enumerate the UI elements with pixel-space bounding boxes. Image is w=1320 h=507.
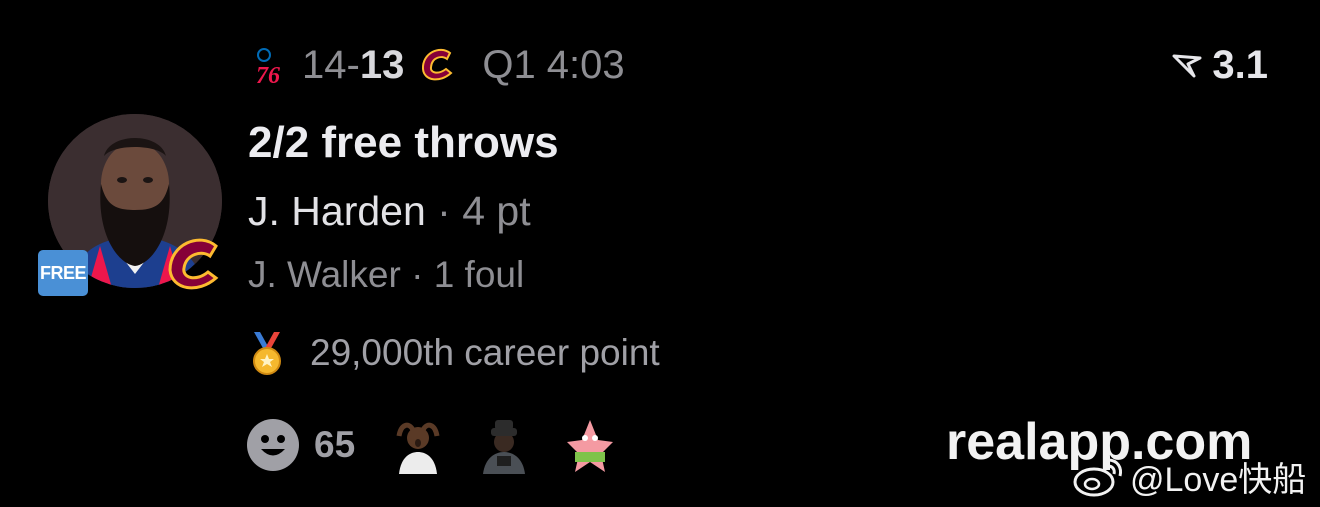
secondary-player-line[interactable]: J. Walker · 1 foul <box>248 254 524 296</box>
primary-player-line[interactable]: J. Harden · 4 pt <box>248 188 531 235</box>
weibo-logo-icon <box>1073 458 1122 497</box>
milestone: 29,000th career point <box>246 326 660 380</box>
separator: · <box>425 188 463 234</box>
medal-icon <box>253 332 281 375</box>
secondary-player-name[interactable]: J. Walker <box>248 254 401 295</box>
milestone-text: 29,000th career point <box>310 332 660 373</box>
rating[interactable]: 3.1 <box>1172 40 1268 90</box>
smiley-icon[interactable] <box>246 418 300 472</box>
sixers-logo-icon: 76 <box>256 48 280 87</box>
play-headline: 2/2 free throws <box>248 118 559 167</box>
sticker-man-in-hat[interactable] <box>477 416 531 474</box>
weibo-handle: @Love快船 <box>1130 460 1307 499</box>
sticker-man-hands-on-head[interactable] <box>391 416 445 474</box>
separator: · <box>400 254 434 295</box>
rating-value: 3.1 <box>1212 42 1268 87</box>
home-score: 13 <box>359 42 405 87</box>
score-dash: - <box>346 42 360 87</box>
reaction-count: 65 <box>314 424 356 465</box>
free-throw-badge: FREE <box>38 250 88 296</box>
cavaliers-logo-icon <box>422 48 453 81</box>
cavaliers-logo-icon <box>168 238 219 290</box>
reactions-bar: 65 <box>246 414 649 476</box>
sticker-patrick-star[interactable] <box>563 416 617 474</box>
score-bar: 76 14 - 13 Q1 4:03 <box>248 40 625 90</box>
away-score: 14 <box>302 42 347 87</box>
signal-pointer-icon <box>1172 54 1202 78</box>
svg-text:76: 76 <box>256 63 280 87</box>
score: 14 - 13 <box>302 43 404 88</box>
primary-player-name[interactable]: J. Harden <box>248 188 426 234</box>
primary-player-stat: 4 pt <box>462 188 531 234</box>
secondary-player-stat: 1 foul <box>433 254 525 295</box>
weibo-watermark: @Love快船 <box>1072 452 1306 500</box>
game-clock: Q1 4:03 <box>482 42 625 87</box>
